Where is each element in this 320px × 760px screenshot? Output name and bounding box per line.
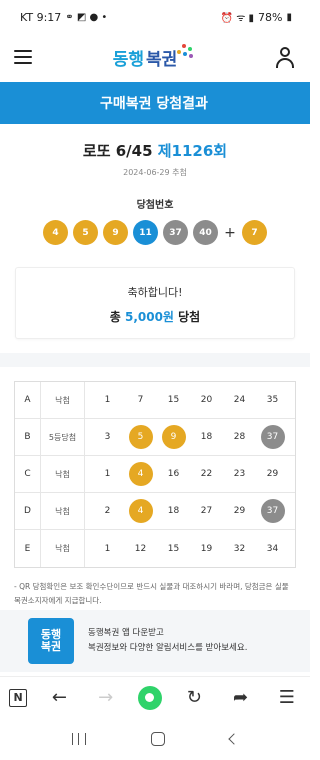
winning-numbers: 4 5 9 11 37 40 + 7 bbox=[0, 220, 310, 245]
game-number: 20 bbox=[200, 395, 213, 405]
green-dot-icon[interactable] bbox=[137, 685, 162, 710]
game-key: E bbox=[15, 530, 41, 567]
round-number: 제1126회 bbox=[157, 142, 228, 160]
draw-date: 2024-06-29 추첨 bbox=[123, 168, 187, 177]
game-row: D 낙첨 2 4 18 27 29 37 bbox=[15, 493, 295, 530]
game-number: 24 bbox=[233, 395, 246, 405]
game-row: B 5등당첨 3 5 9 18 28 37 bbox=[15, 419, 295, 456]
game-row: A 낙첨 1 7 15 20 24 35 bbox=[15, 382, 295, 419]
game-number: 1 bbox=[104, 469, 111, 479]
game-key: D bbox=[15, 493, 41, 529]
home-icon[interactable] bbox=[150, 732, 165, 746]
site-logo[interactable]: 동행 복권 bbox=[113, 44, 194, 70]
game-number: 29 bbox=[233, 506, 246, 516]
app-logo-icon: 동행 복권 bbox=[28, 618, 74, 664]
n-home-icon[interactable]: N bbox=[9, 688, 28, 707]
draw-result: 로또 6/45 제1126회 2024-06-29 추첨 당첨번호 4 5 9 … bbox=[0, 124, 310, 245]
plus-sign: + bbox=[224, 224, 236, 241]
game-number: 22 bbox=[200, 469, 213, 479]
app-header: 동행 복권 bbox=[0, 34, 310, 80]
winning-ball: 11 bbox=[133, 220, 158, 245]
game-number: 18 bbox=[167, 506, 180, 516]
game-number: 35 bbox=[266, 395, 279, 405]
game-number: 32 bbox=[233, 543, 246, 554]
round-title: 로또 6/45 제1126회 bbox=[82, 142, 228, 160]
hamburger-icon[interactable] bbox=[14, 50, 32, 64]
game-number: 18 bbox=[200, 432, 213, 442]
game-result: 낙첨 bbox=[41, 530, 85, 567]
game-number-bonus-hit: 37 bbox=[260, 425, 285, 449]
game-result: 5등당첨 bbox=[41, 419, 85, 455]
back-icon[interactable] bbox=[227, 733, 240, 745]
notification-icons: ⚭ ◩ ● • bbox=[65, 11, 108, 23]
bonus-ball: 7 bbox=[242, 220, 267, 245]
game-number-hit: 4 bbox=[128, 462, 153, 486]
game-result: 낙첨 bbox=[41, 382, 85, 418]
game-number: 28 bbox=[233, 432, 246, 442]
system-nav-bar bbox=[0, 718, 310, 760]
game-number: 7 bbox=[137, 395, 144, 405]
person-icon[interactable] bbox=[274, 46, 296, 68]
game-number: 19 bbox=[200, 543, 213, 554]
game-number: 23 bbox=[233, 469, 246, 479]
app-promo-banner[interactable]: 동행 복권 동행복권 앱 다운받고 복권정보와 다양한 알림서비스를 받아보세요… bbox=[0, 610, 310, 672]
game-number: 15 bbox=[167, 543, 180, 554]
game-number: 1 bbox=[104, 543, 111, 554]
game-number: 1 bbox=[104, 395, 111, 405]
game-row: C 낙첨 1 4 16 22 23 29 bbox=[15, 456, 295, 493]
signal-icons: ⏰ ᯤ ▮ bbox=[220, 13, 255, 24]
back-arrow-icon[interactable]: ← bbox=[45, 684, 73, 712]
winning-ball: 5 bbox=[73, 220, 98, 245]
game-key: C bbox=[15, 456, 41, 492]
battery-level: 78% bbox=[258, 10, 283, 24]
game-number-hit: 5 bbox=[128, 425, 153, 449]
forward-arrow-icon[interactable]: → bbox=[92, 684, 120, 712]
status-time: KT 9:17 bbox=[20, 10, 62, 24]
game-number-hit: 9 bbox=[161, 425, 186, 449]
share-icon[interactable]: ➦ bbox=[227, 684, 255, 712]
game-number: 27 bbox=[200, 506, 213, 516]
promo-line-1: 동행복권 앱 다운받고 bbox=[88, 628, 164, 638]
game-row: E 낙첨 1 12 15 19 32 34 bbox=[15, 530, 295, 567]
prize-amount: 5,000원 bbox=[124, 310, 174, 324]
congrats-box: 축하합니다! 총 5,000원 당첨 bbox=[15, 267, 295, 339]
game-number: 2 bbox=[104, 506, 111, 516]
status-bar: KT 9:17 ⚭ ◩ ● • ⏰ ᯤ ▮ 78% ▮ bbox=[0, 0, 310, 34]
congrats-message: 축하합니다! bbox=[127, 286, 183, 299]
game-number: 15 bbox=[167, 395, 180, 405]
game-result: 낙첨 bbox=[41, 456, 85, 492]
winning-ball: 4 bbox=[43, 220, 68, 245]
notice-text: - QR 당첨확인은 보조 확인수단이므로 반드시 실물과 대조하시기 바라며,… bbox=[14, 582, 289, 605]
winning-ball: 40 bbox=[193, 220, 218, 245]
prize-total: 총 5,000원 당첨 bbox=[109, 310, 201, 324]
winning-numbers-label: 당첨번호 bbox=[136, 200, 174, 211]
game-number-bonus-hit: 37 bbox=[260, 499, 285, 523]
game-result: 낙첨 bbox=[41, 493, 85, 529]
winning-ball: 9 bbox=[103, 220, 128, 245]
promo-line-2: 복권정보와 다양한 알림서비스를 받아보세요. bbox=[88, 643, 248, 653]
game-key: A bbox=[15, 382, 41, 418]
reload-icon[interactable]: ↻ bbox=[180, 684, 208, 712]
game-key: B bbox=[15, 419, 41, 455]
page-title: 구매복권 당첨결과 bbox=[100, 96, 208, 112]
battery-icon: ▮ bbox=[286, 11, 292, 23]
browser-toolbar: N ← → ↻ ➦ ☰ bbox=[0, 676, 310, 718]
menu-icon[interactable]: ☰ bbox=[273, 684, 301, 712]
logo-burst-icon bbox=[177, 44, 194, 60]
game-number: 16 bbox=[167, 469, 180, 479]
games-table: A 낙첨 1 7 15 20 24 35 B 5등당첨 3 5 9 18 28 … bbox=[14, 381, 296, 568]
section-divider bbox=[0, 353, 310, 367]
game-number: 3 bbox=[104, 432, 111, 442]
game-number: 29 bbox=[266, 469, 279, 479]
game-number: 34 bbox=[266, 543, 279, 554]
winning-ball: 37 bbox=[163, 220, 188, 245]
page-banner: 구매복권 당첨결과 bbox=[0, 82, 310, 124]
game-number: 12 bbox=[134, 543, 147, 554]
recent-apps-icon[interactable] bbox=[72, 733, 87, 745]
game-number-hit: 4 bbox=[128, 499, 153, 523]
